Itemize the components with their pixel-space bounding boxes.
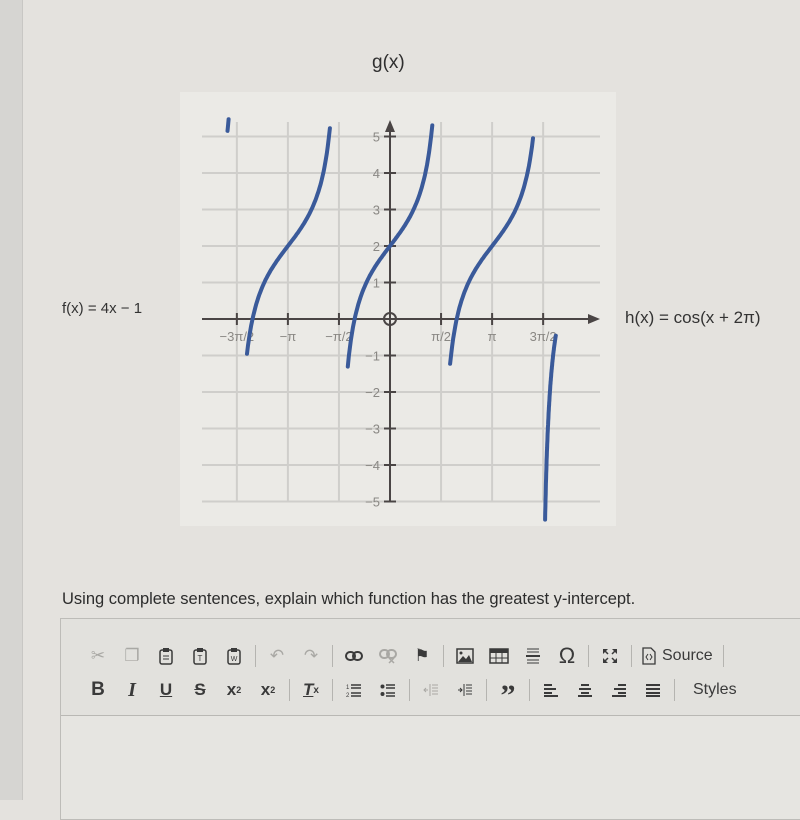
toolbar-row-2: B I U S x2 x2 Tx 12 ” Styles [81,675,743,713]
source-button[interactable]: Source [636,647,719,665]
y-tick-label: 1 [373,276,380,291]
y-tick-label: 5 [373,130,380,145]
toolbar-separator [674,679,675,701]
y-tick-label: 2 [373,239,380,254]
styles-dropdown[interactable]: Styles [679,681,743,699]
copy-icon[interactable]: ❐ [115,642,149,670]
x-tick-label: π/2 [431,329,451,344]
toolbar-separator [722,645,724,667]
strikethrough-button[interactable]: S [183,676,217,704]
italic-button[interactable]: I [115,676,149,704]
bold-button[interactable]: B [81,676,115,704]
toolbar-separator [529,679,530,701]
toolbar-separator [332,679,333,701]
answer-text-area[interactable] [61,716,800,819]
toolbar-separator [332,645,333,667]
maximize-icon[interactable] [593,642,627,670]
paste-text-icon[interactable]: T [183,642,217,670]
y-axis-arrow [385,120,395,132]
toolbar-separator [588,645,589,667]
paste-word-icon[interactable]: W [217,642,251,670]
cut-icon[interactable]: ✂ [81,642,115,670]
y-tick-label: −1 [365,349,380,364]
source-icon [642,647,656,665]
x-tick-label: 3π/2 [530,329,557,344]
link-icon[interactable] [337,642,371,670]
left-panel-edge [0,0,23,800]
x-axis-arrow [588,314,600,324]
redo-icon[interactable]: ↷ [294,642,328,670]
underline-button[interactable]: U [149,676,183,704]
toolbar-separator [255,645,256,667]
outdent-icon[interactable] [414,676,448,704]
toolbar-separator [289,679,290,701]
toolbar-row-1: ✂ ❐ T W ↶ ↷ ⚑ Ω Source [81,641,728,671]
numbered-list-icon[interactable]: 12 [337,676,371,704]
graph-title: g(x) [372,52,405,73]
x-tick-label: −π/2 [325,329,352,344]
y-tick-label: −4 [365,458,380,473]
y-tick-label: 4 [373,166,380,181]
g-function-graph: −3π/2 −π −π/2 π/2 π 3π/254321−1−2−3−4−5 [202,117,600,522]
undo-icon[interactable]: ↶ [260,642,294,670]
svg-text:2: 2 [346,693,350,698]
table-icon[interactable] [482,642,516,670]
blockquote-icon[interactable]: ” [491,670,525,712]
unlink-icon[interactable] [371,642,405,670]
h-function-label: h(x) = cos(x + 2π) [625,308,761,327]
svg-text:1: 1 [346,685,350,691]
rich-text-editor: ✂ ❐ T W ↶ ↷ ⚑ Ω Source B I U S x 2 x 2 T… [60,618,800,820]
x-tick-label: −π [280,329,297,344]
g-curve-branch [225,117,231,133]
indent-icon[interactable] [448,676,482,704]
y-tick-label: −2 [365,385,380,400]
y-tick-label: 3 [373,203,380,218]
justify-icon[interactable] [636,676,670,704]
horizontal-rule-icon[interactable] [516,642,550,670]
align-left-icon[interactable] [534,676,568,704]
image-icon[interactable] [448,642,482,670]
y-tick-label: −3 [365,422,380,437]
svg-text:W: W [231,656,238,663]
f-function-label: f(x) = 4x − 1 [62,300,143,317]
superscript-button[interactable]: x2 [251,676,285,704]
remove-format-button[interactable]: Tx [294,676,328,704]
toolbar-separator [409,679,410,701]
y-tick-label: −5 [365,495,380,510]
svg-text:T: T [198,654,203,663]
toolbar-separator [443,645,444,667]
align-right-icon[interactable] [602,676,636,704]
bulleted-list-icon[interactable] [371,676,405,704]
paste-icon[interactable] [149,642,183,670]
subscript-button[interactable]: x2 [217,676,251,704]
grid [202,122,600,503]
anchor-flag-icon[interactable]: ⚑ [405,642,439,670]
x-tick-label: π [488,329,497,344]
editor-toolbar: ✂ ❐ T W ↶ ↷ ⚑ Ω Source B I U S x 2 x 2 T… [61,619,800,716]
question-prompt: Using complete sentences, explain which … [62,590,636,608]
toolbar-separator [631,645,632,667]
align-center-icon[interactable] [568,676,602,704]
toolbar-separator [486,679,487,701]
axes [202,120,600,502]
source-label: Source [662,647,713,664]
special-char-icon[interactable]: Ω [550,642,584,670]
